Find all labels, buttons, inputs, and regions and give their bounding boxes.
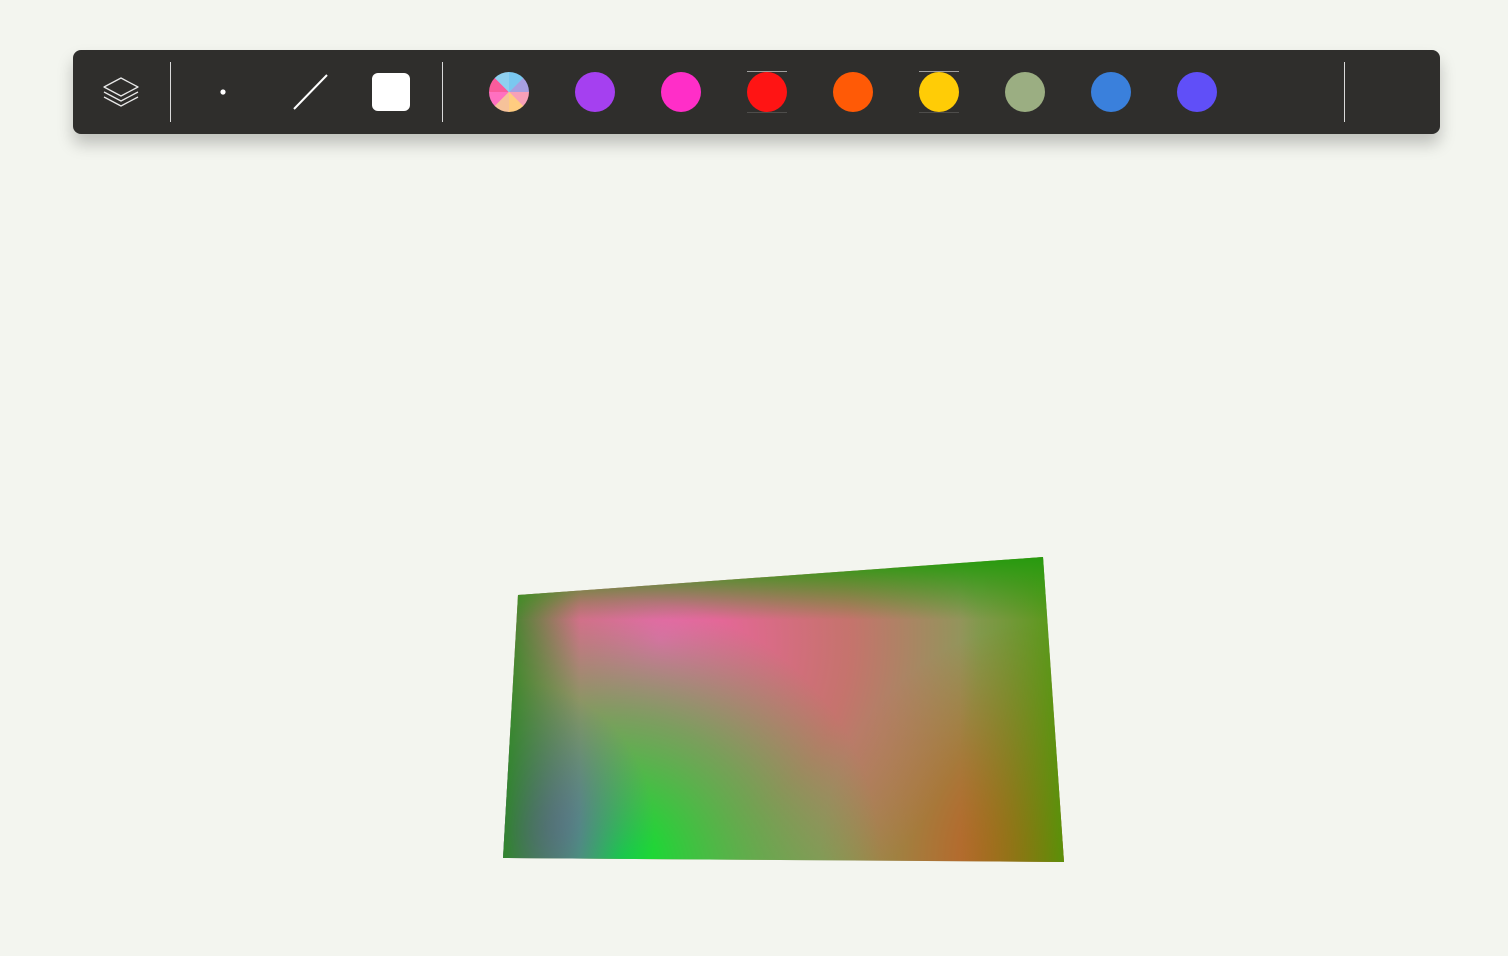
- drawn-shape[interactable]: [0, 0, 1508, 956]
- drawing-app: [0, 0, 1508, 956]
